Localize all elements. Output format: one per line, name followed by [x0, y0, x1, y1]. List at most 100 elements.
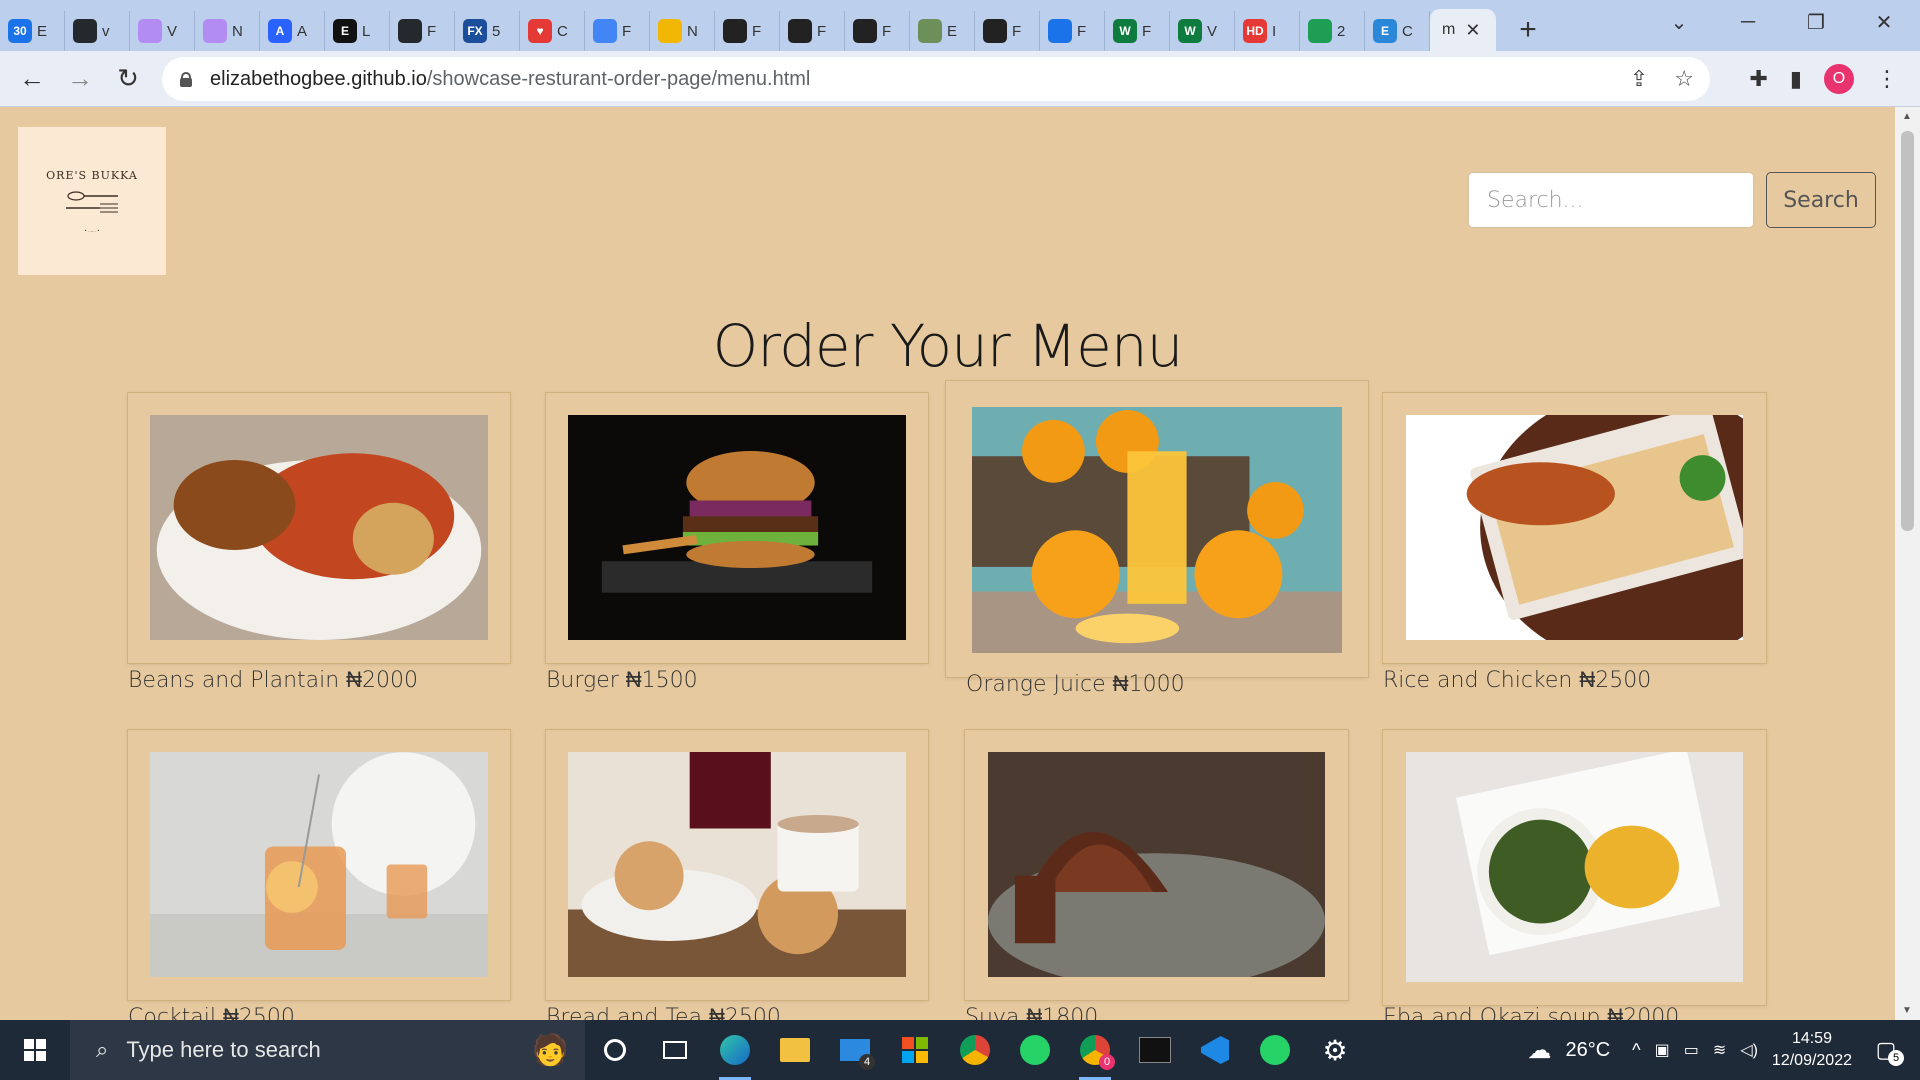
file-explorer-icon[interactable]	[765, 1020, 825, 1080]
logo-name: ORE'S BUKKA	[46, 169, 138, 182]
cortana-icon[interactable]	[585, 1020, 645, 1080]
tab-active[interactable]: m ✕	[1430, 9, 1496, 51]
new-tab-button[interactable]: +	[1508, 10, 1548, 50]
food-photo	[988, 752, 1325, 977]
tab-title: F	[1012, 22, 1022, 40]
menu-card-frame[interactable]	[965, 730, 1348, 1000]
menu-card-frame[interactable]	[546, 730, 928, 1000]
terminal-icon[interactable]	[1125, 1020, 1185, 1080]
battery-icon[interactable]: ▭	[1684, 1040, 1699, 1060]
search-input[interactable]	[1468, 172, 1754, 228]
chrome-profile-icon[interactable]: 0	[1065, 1020, 1125, 1080]
settings-gear-icon[interactable]: ⚙	[1305, 1020, 1365, 1080]
browser-tab[interactable]: EC	[1365, 11, 1430, 51]
bookmark-star-icon[interactable]: ☆	[1674, 66, 1694, 92]
restaurant-logo[interactable]: ORE'S BUKKA • ...... •	[18, 127, 166, 275]
face-icon	[658, 19, 682, 43]
menu-card-frame[interactable]	[546, 393, 928, 663]
browser-tab[interactable]: ♥ C	[520, 11, 585, 51]
wifi-icon[interactable]: ≋	[1713, 1040, 1726, 1060]
menu-card-frame[interactable]	[128, 393, 510, 663]
browser-tab[interactable]: WV	[1170, 11, 1235, 51]
whatsapp-icon[interactable]	[1005, 1020, 1065, 1080]
menu-card-frame[interactable]	[1383, 730, 1766, 1005]
page-title: Order Your Menu	[712, 312, 1184, 380]
w-icon: W	[1113, 19, 1137, 43]
url-text[interactable]: elizabethogbee.github.io/showcase-restur…	[210, 68, 810, 91]
browser-tab[interactable]: EL	[325, 11, 390, 51]
browser-tab[interactable]: N	[195, 11, 260, 51]
browser-tab[interactable]: WF	[1105, 11, 1170, 51]
mail-icon[interactable]: 4	[825, 1020, 885, 1080]
menu-item-image[interactable]	[150, 415, 488, 640]
scroll-down-arrow[interactable]: ▼	[1902, 1005, 1912, 1016]
browser-tab[interactable]: AA	[260, 11, 325, 51]
side-panel-icon[interactable]: ▮	[1790, 66, 1802, 92]
close-window-button[interactable]: ✕	[1850, 0, 1918, 44]
browser-tab[interactable]: F	[845, 11, 910, 51]
chrome-icon[interactable]	[945, 1020, 1005, 1080]
page-scrollbar[interactable]: ▲ ▼	[1895, 107, 1920, 1020]
browser-tab[interactable]: v	[65, 11, 130, 51]
browser-tab[interactable]: F	[390, 11, 455, 51]
search-icon	[1048, 19, 1072, 43]
scroll-up-arrow[interactable]: ▲	[1902, 111, 1912, 122]
browser-tab[interactable]: F	[585, 11, 650, 51]
tab-title: N	[232, 22, 243, 40]
menu-item-image[interactable]	[150, 752, 488, 977]
browser-tab[interactable]: F	[1040, 11, 1105, 51]
edge-taskbar-icon[interactable]	[705, 1020, 765, 1080]
menu-card-frame[interactable]	[1383, 393, 1766, 663]
weather-temp[interactable]: 26°C	[1565, 1039, 1610, 1062]
browser-tab[interactable]: HD I	[1235, 11, 1300, 51]
menu-kebab-icon[interactable]: ⋮	[1876, 66, 1898, 92]
menu-item-image[interactable]	[1406, 415, 1743, 640]
menu-card-frame[interactable]	[128, 730, 510, 1000]
browser-toolbar: ← → ↻ elizabethogbee.github.io/showcase-…	[0, 51, 1920, 107]
browser-tab[interactable]: 30 E	[0, 11, 65, 51]
menu-card-frame[interactable]	[946, 381, 1368, 677]
browser-tab[interactable]: N	[650, 11, 715, 51]
restore-button[interactable]: ❐	[1782, 0, 1850, 44]
lock-icon[interactable]	[180, 72, 192, 87]
share-icon[interactable]: ⇪	[1630, 66, 1648, 92]
address-bar[interactable]: elizabethogbee.github.io/showcase-restur…	[162, 57, 1710, 101]
tray-chevron-icon[interactable]: ^	[1632, 1040, 1640, 1061]
volume-icon[interactable]: ◁)	[1740, 1040, 1758, 1060]
reload-icon[interactable]: ↻	[106, 57, 150, 101]
menu-item-image[interactable]	[988, 752, 1325, 977]
whatsapp-icon[interactable]	[1245, 1020, 1305, 1080]
weather-cloud-icon[interactable]: ☁	[1527, 1036, 1551, 1065]
back-icon[interactable]: ←	[10, 57, 54, 101]
vscode-icon[interactable]	[1185, 1020, 1245, 1080]
globe-icon	[723, 19, 747, 43]
menu-item-image[interactable]	[568, 415, 906, 640]
scroll-thumb[interactable]	[1901, 131, 1914, 531]
menu-item-image[interactable]	[1406, 752, 1743, 982]
food-photo	[568, 752, 906, 977]
menu-item-image[interactable]	[972, 407, 1342, 653]
menu-item-image[interactable]	[568, 752, 906, 977]
browser-tab[interactable]: 2	[1300, 11, 1365, 51]
browser-tab[interactable]: V	[130, 11, 195, 51]
clock[interactable]: 14:59 12/09/2022	[1772, 1028, 1852, 1072]
meet-now-icon[interactable]: ▣	[1655, 1040, 1670, 1060]
tab-search-icon[interactable]: ⌄	[1645, 0, 1713, 44]
food-photo	[1406, 752, 1743, 982]
browser-tab[interactable]: F	[715, 11, 780, 51]
minimize-button[interactable]: ─	[1714, 0, 1782, 44]
profile-avatar[interactable]: O	[1824, 64, 1854, 94]
browser-tab[interactable]: E	[910, 11, 975, 51]
search-button[interactable]: Search	[1766, 172, 1876, 228]
notification-center-icon[interactable]: ▢ 5	[1866, 1030, 1906, 1070]
forward-icon[interactable]: →	[58, 57, 102, 101]
browser-tab[interactable]: F	[975, 11, 1040, 51]
start-button[interactable]	[0, 1020, 70, 1080]
browser-tab[interactable]: F	[780, 11, 845, 51]
store-icon[interactable]	[885, 1020, 945, 1080]
task-view-icon[interactable]	[645, 1020, 705, 1080]
taskbar-search-box[interactable]: ⌕ Type here to search 🧑	[70, 1020, 585, 1080]
close-tab-icon[interactable]: ✕	[1465, 20, 1480, 41]
extensions-icon[interactable]: ✚	[1749, 66, 1767, 92]
browser-tab[interactable]: FX 5	[455, 11, 520, 51]
